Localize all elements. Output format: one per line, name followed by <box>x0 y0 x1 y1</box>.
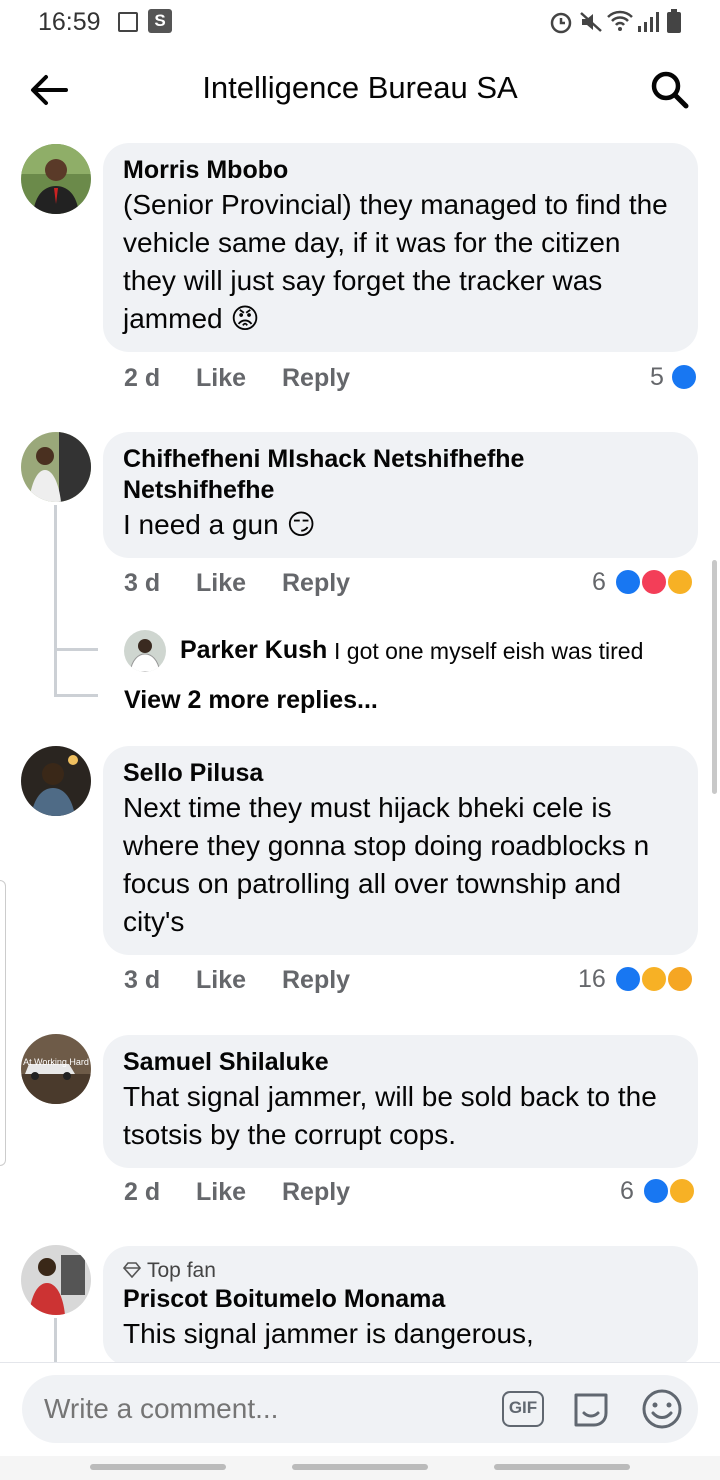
alarm-icon <box>550 12 572 34</box>
thread-line <box>54 505 57 695</box>
reaction-count: 6 <box>620 1177 634 1205</box>
thread-connector <box>54 694 98 697</box>
emoji-icon[interactable] <box>640 1387 684 1431</box>
comment-time[interactable]: 3 d <box>124 569 160 598</box>
edge-panel-handle[interactable] <box>0 880 6 1166</box>
system-nav-bar <box>0 1456 720 1480</box>
reaction-summary[interactable]: 5 <box>650 363 700 397</box>
battery-icon <box>667 9 681 33</box>
comment-bubble[interactable]: Top fan Priscot Boitumelo Monama This si… <box>103 1246 698 1366</box>
scrollbar[interactable] <box>712 560 717 794</box>
avatar-text: At Working Hard <box>23 1057 89 1067</box>
comment-time[interactable]: 2 d <box>124 364 160 393</box>
like-reaction-icon <box>670 363 698 391</box>
diamond-icon <box>122 1262 142 1279</box>
nav-recents[interactable] <box>90 1464 226 1470</box>
gif-button[interactable]: GIF <box>502 1391 544 1427</box>
thread-line <box>54 1318 57 1362</box>
reply-text: I got one myself eish was tired <box>334 638 644 664</box>
nav-home[interactable] <box>292 1464 428 1470</box>
like-button[interactable]: Like <box>196 364 246 393</box>
like-button[interactable]: Like <box>196 966 246 995</box>
reply-author[interactable]: Parker Kush <box>180 636 327 665</box>
reply-button[interactable]: Reply <box>282 966 350 995</box>
comment-text: That signal jammer, will be sold back to… <box>123 1081 657 1150</box>
comment-bubble[interactable]: Chifhefheni MIshack Netshifhefhe Netshif… <box>103 432 698 558</box>
comment-bubble[interactable]: Sello Pilusa Next time they must hijack … <box>103 746 698 955</box>
reaction-summary[interactable]: 6 <box>620 1177 702 1211</box>
wifi-icon <box>607 10 633 31</box>
avatar[interactable] <box>21 432 91 502</box>
top-fan-label: Top fan <box>147 1259 216 1282</box>
sad-reaction-icon <box>668 1177 696 1205</box>
s-notification-icon: S <box>148 9 172 33</box>
search-icon[interactable] <box>648 68 692 112</box>
like-button[interactable]: Like <box>196 569 246 598</box>
haha-reaction-icon <box>640 965 668 993</box>
comment-author[interactable]: Priscot Boitumelo Monama <box>123 1284 678 1315</box>
comment-actions: 3 d Like Reply <box>124 569 584 603</box>
comment-text: Next time they must hijack bheki cele is… <box>123 792 650 937</box>
reaction-summary[interactable]: 16 <box>578 965 702 999</box>
comment-bubble[interactable]: Samuel Shilaluke That signal jammer, wil… <box>103 1035 698 1168</box>
gallery-notification-icon <box>118 12 138 32</box>
status-time: 16:59 <box>38 8 101 36</box>
avatar[interactable] <box>21 1245 91 1315</box>
reply-button[interactable]: Reply <box>282 1178 350 1207</box>
mute-icon <box>580 12 602 32</box>
comment-actions: 3 d Like Reply <box>124 966 564 1000</box>
comment-time[interactable]: 3 d <box>124 966 160 995</box>
comment-text: I need a gun 😏 <box>123 509 316 540</box>
care-reaction-icon <box>666 965 694 993</box>
comment-composer-bar: GIF <box>0 1362 720 1456</box>
comment-actions: 2 d Like Reply <box>124 1178 584 1212</box>
comment-author[interactable]: Sello Pilusa <box>123 758 678 789</box>
reply-button[interactable]: Reply <box>282 364 350 393</box>
comment-author[interactable]: Morris Mbobo <box>123 155 678 186</box>
status-bar: 16:59 S <box>0 0 720 44</box>
comment-composer: GIF <box>22 1375 698 1443</box>
reply-button[interactable]: Reply <box>282 569 350 598</box>
comment-bubble[interactable]: Morris Mbobo (Senior Provincial) they ma… <box>103 143 698 352</box>
page-header: Intelligence Bureau SA <box>0 48 720 130</box>
avatar[interactable] <box>124 630 166 672</box>
avatar[interactable] <box>21 144 91 214</box>
comment-author[interactable]: Samuel Shilaluke <box>123 1047 678 1078</box>
thread-connector <box>54 648 98 651</box>
avatar[interactable]: At Working Hard <box>21 1034 91 1104</box>
view-more-replies[interactable]: View 2 more replies... <box>124 686 378 715</box>
reaction-count: 6 <box>592 568 606 596</box>
page-title: Intelligence Bureau SA <box>202 70 518 105</box>
comment-author[interactable]: Chifhefheni MIshack Netshifhefhe Netshif… <box>123 444 543 506</box>
like-button[interactable]: Like <box>196 1178 246 1207</box>
comment-time[interactable]: 2 d <box>124 1178 160 1207</box>
nav-back[interactable] <box>494 1464 630 1470</box>
like-reaction-icon <box>614 568 642 596</box>
signal-icon <box>638 12 659 32</box>
love-reaction-icon <box>640 568 668 596</box>
reaction-summary[interactable]: 6 <box>592 568 702 602</box>
reaction-count: 5 <box>650 363 664 391</box>
comment-input[interactable] <box>44 1393 464 1425</box>
haha-reaction-icon <box>666 568 694 596</box>
like-reaction-icon <box>642 1177 670 1205</box>
sticker-icon[interactable] <box>570 1387 614 1431</box>
reaction-count: 16 <box>578 965 606 993</box>
like-reaction-icon <box>614 965 642 993</box>
avatar[interactable] <box>21 746 91 816</box>
top-fan-badge: Top fan <box>122 1258 678 1284</box>
comment-text: (Senior Provincial) they managed to find… <box>123 189 668 334</box>
comment-actions: 2 d Like Reply <box>124 364 684 398</box>
comment-text: This signal jammer is dangerous, <box>123 1318 534 1349</box>
